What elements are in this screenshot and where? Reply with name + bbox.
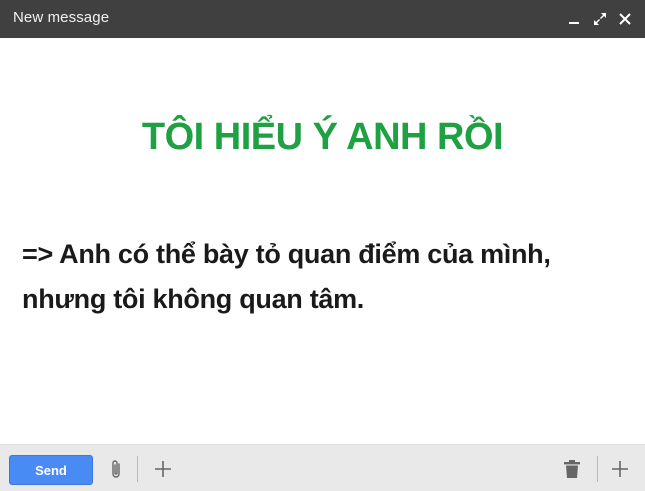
message-line: nhưng tôi không quan tâm.: [22, 284, 365, 314]
close-icon[interactable]: [615, 9, 635, 29]
toolbar-divider: [597, 456, 598, 482]
send-button[interactable]: Send: [9, 455, 93, 485]
paperclip-icon[interactable]: [104, 457, 128, 481]
plus-icon[interactable]: [608, 457, 632, 481]
window-title: New message: [13, 9, 110, 26]
compose-toolbar: Send: [0, 444, 645, 491]
trash-icon[interactable]: [560, 457, 584, 481]
minimize-icon[interactable]: [564, 9, 584, 29]
expand-icon[interactable]: [590, 9, 610, 29]
plus-icon[interactable]: [151, 457, 175, 481]
message-heading: TÔI HIỂU Ý ANH RỒI: [141, 116, 504, 158]
message-line: => Anh có thể bày tỏ quan điểm của mình,: [22, 239, 551, 269]
message-body[interactable]: TÔI HIỂU Ý ANH RỒI => Anh có thể bày tỏ …: [0, 38, 645, 444]
compose-titlebar: New message: [0, 0, 645, 38]
toolbar-divider: [137, 456, 138, 482]
